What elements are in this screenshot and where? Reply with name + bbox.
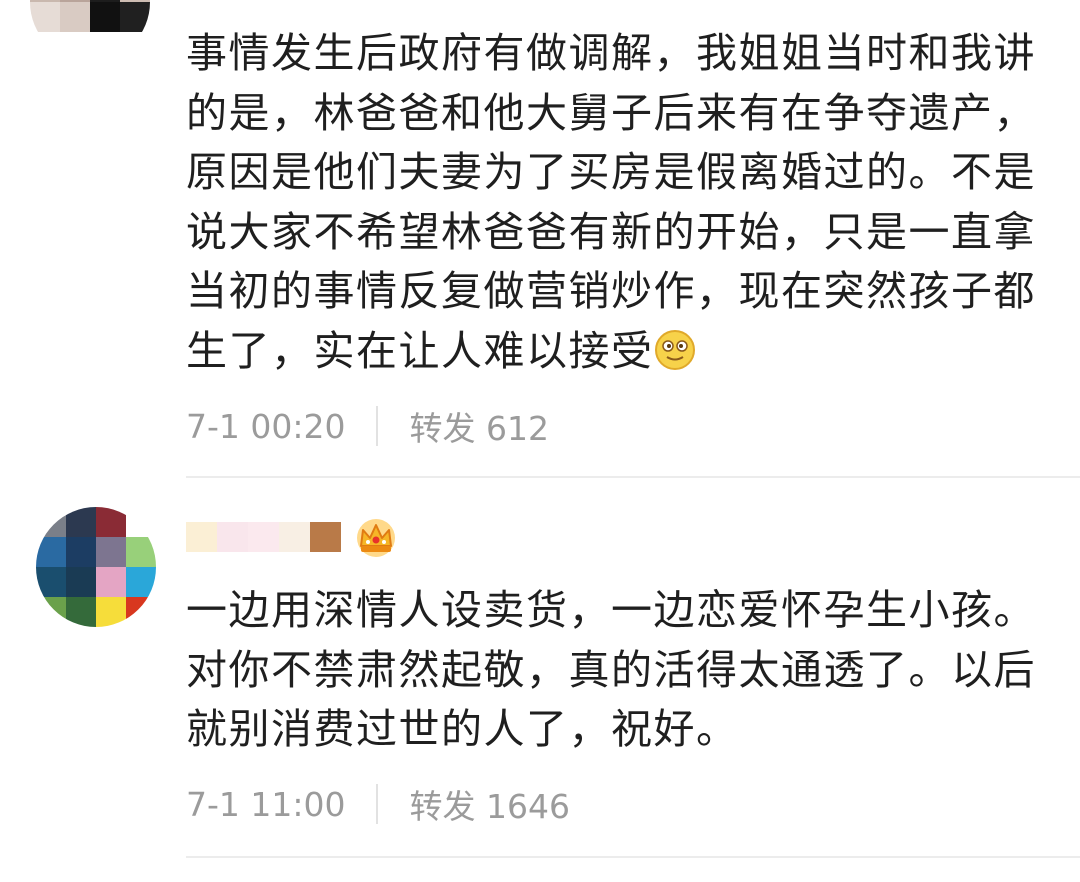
repost-count: 1646 bbox=[486, 787, 570, 826]
repost-label: 转发 bbox=[409, 409, 486, 448]
timestamp: 7-1 11:00 bbox=[186, 784, 346, 824]
comment-text: 一边用深情人设卖货，一边恋爱怀孕生小孩。对你不禁肃然起敬，真的活得太通透了。以后… bbox=[186, 586, 1036, 753]
repost-count: 612 bbox=[486, 409, 549, 448]
repost-label: 转发 bbox=[409, 787, 486, 826]
timestamp: 7-1 00:20 bbox=[186, 406, 346, 446]
avatar[interactable] bbox=[30, 0, 150, 62]
repost-button[interactable]: 转发 612 bbox=[410, 402, 550, 450]
avatar[interactable] bbox=[36, 507, 156, 627]
comment-divider bbox=[186, 856, 1080, 858]
crown-icon bbox=[357, 519, 395, 557]
meta-separator bbox=[375, 406, 378, 446]
repost-button[interactable]: 转发 1646 bbox=[410, 780, 570, 828]
meta-separator bbox=[375, 784, 378, 824]
username-obscured bbox=[186, 522, 341, 552]
username-row[interactable] bbox=[186, 516, 399, 558]
dizzy-smile-emoji bbox=[654, 329, 695, 370]
comment-item: 事情发生后政府有做调解，我姐姐当时和我讲的是，林爸爸和他大舅子后来有在争夺遗产，… bbox=[0, 0, 1080, 478]
comment-meta: 7-1 11:00 转发 1646 bbox=[186, 782, 570, 826]
comment-meta: 7-1 00:20 转发 612 bbox=[186, 404, 549, 448]
comment-text: 事情发生后政府有做调解，我姐姐当时和我讲的是，林爸爸和他大舅子后来有在争夺遗产，… bbox=[186, 29, 1036, 375]
